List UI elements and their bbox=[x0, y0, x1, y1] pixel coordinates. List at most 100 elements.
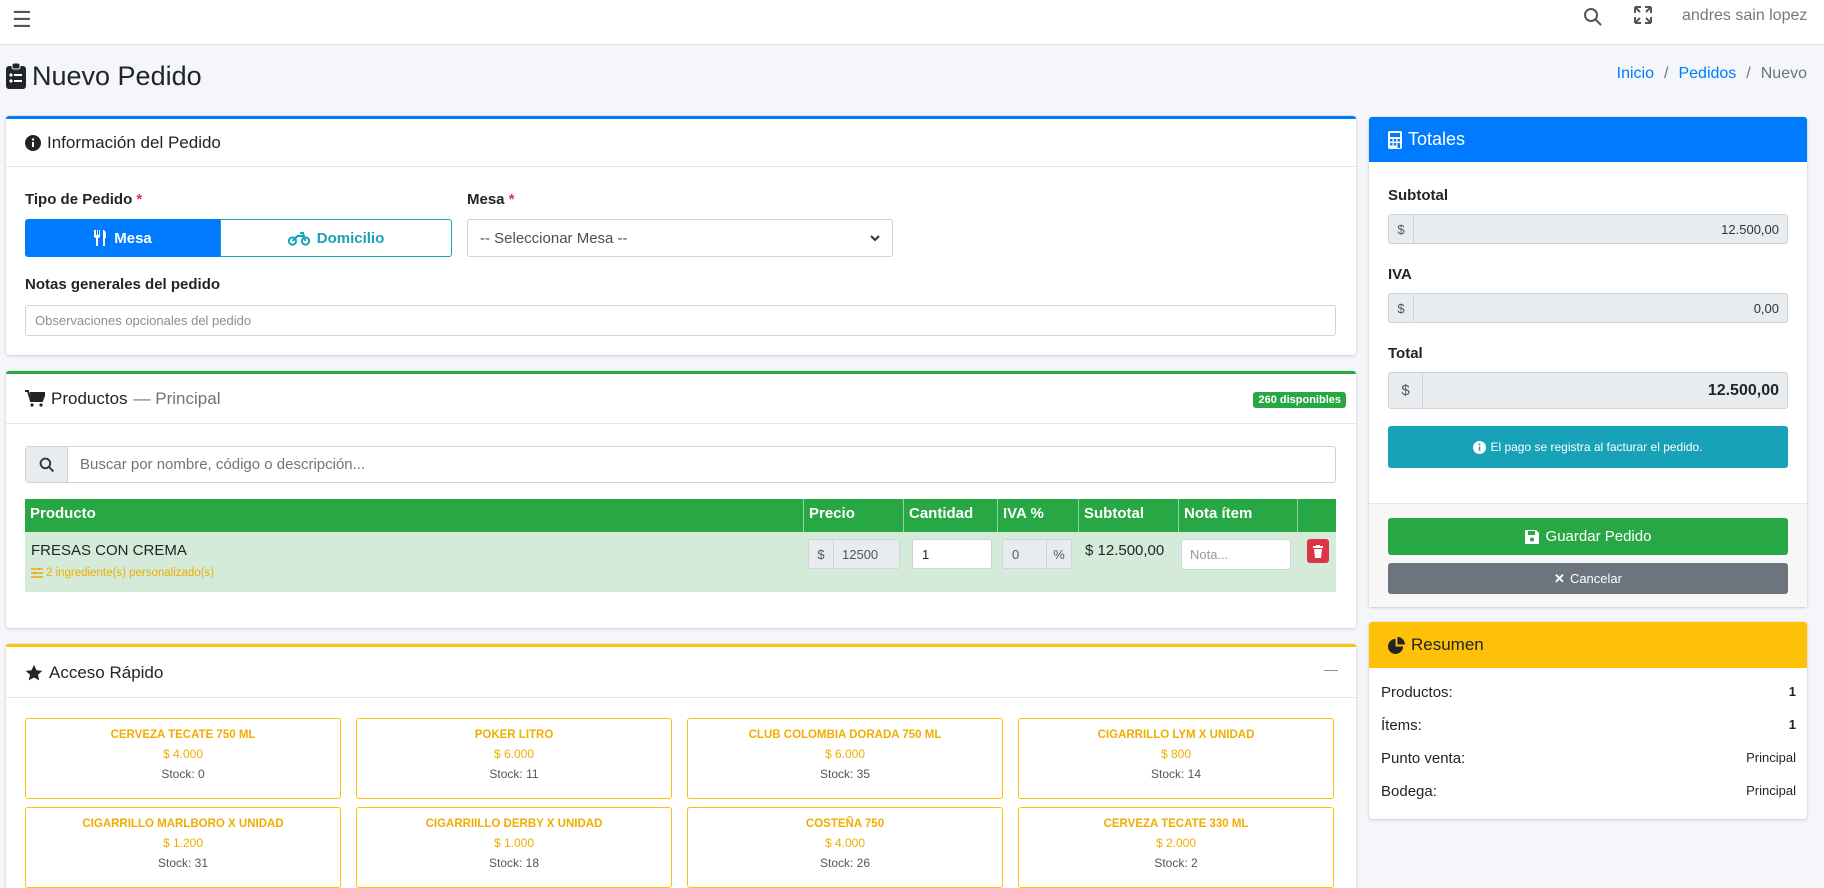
quick-item-name: POKER LITRO bbox=[474, 729, 554, 741]
quick-item-price: $ 4.000 bbox=[824, 836, 866, 850]
quick-item-price: $ 6.000 bbox=[824, 747, 866, 761]
row-price-group: $ 12500 bbox=[808, 539, 900, 569]
row-iva-input[interactable]: 0 bbox=[1003, 540, 1046, 568]
save-order-button[interactable]: Guardar Pedido bbox=[1388, 518, 1788, 555]
close-icon: ✕ bbox=[1554, 570, 1565, 586]
order-notes-input[interactable]: Observaciones opcionales del pedido bbox=[25, 305, 1336, 336]
quick-item[interactable]: COSTEÑA 750 $ 4.000 Stock: 26 bbox=[687, 807, 1003, 888]
row-subtotal: $ 12.500,00 bbox=[1085, 542, 1165, 559]
row-note-input[interactable]: Nota... bbox=[1181, 539, 1291, 570]
quick-access-title: Acceso Rápido bbox=[49, 663, 164, 682]
breadcrumb: Inicio / Pedidos / Nuevo bbox=[1617, 65, 1807, 83]
breadcrumb-separator: / bbox=[1664, 65, 1669, 82]
breadcrumb-pedidos[interactable]: Pedidos bbox=[1678, 65, 1736, 83]
products-header: Productos — Principal bbox=[6, 374, 1356, 424]
quick-item-stock: Stock: 26 bbox=[819, 856, 871, 870]
subtotal-value: 12.500,00 bbox=[1721, 221, 1779, 237]
subtotal-currency: $ bbox=[1389, 215, 1414, 243]
total-currency: $ bbox=[1389, 373, 1423, 408]
trash-icon bbox=[1313, 544, 1323, 558]
subtotal-label: Subtotal bbox=[1388, 187, 1448, 204]
quick-item[interactable]: CLUB COLOMBIA DORADA 750 ML $ 6.000 Stock:… bbox=[687, 718, 1003, 799]
notes-label: Notas generales del pedido bbox=[25, 276, 221, 293]
tipo-pedido-label: Tipo de Pedido * bbox=[25, 191, 142, 208]
summary-card: Resumen Productos: 1 Ítems: 1 Punto venta:… bbox=[1369, 622, 1807, 819]
breadcrumb-nuevo: Nuevo bbox=[1760, 65, 1807, 82]
quick-item-price: $ 4.000 bbox=[162, 747, 204, 761]
price-currency: $ bbox=[809, 540, 834, 568]
search-icon[interactable] bbox=[1583, 6, 1603, 28]
iva-label: IVA bbox=[1388, 266, 1412, 283]
total-field: $12.500,00 bbox=[1388, 372, 1788, 409]
quick-item[interactable]: POKER LITRO $ 6.000 Stock: 11 bbox=[356, 718, 672, 799]
fullscreen-icon[interactable] bbox=[1634, 6, 1652, 24]
summary-value: 1 bbox=[1788, 684, 1796, 699]
custom-ingredients-link[interactable]: 2 ingrediente(s) personalizado(s) bbox=[31, 567, 214, 579]
totals-title: Totales bbox=[1408, 129, 1466, 149]
breadcrumb-separator: / bbox=[1746, 65, 1751, 82]
quick-item-price: $ 6.000 bbox=[493, 747, 535, 761]
save-order-label: Guardar Pedido bbox=[1545, 528, 1652, 545]
row-price-input[interactable]: 12500 bbox=[834, 540, 899, 568]
cancel-button[interactable]: ✕ Cancelar bbox=[1388, 563, 1788, 594]
calculator-icon bbox=[1388, 130, 1402, 149]
info-circle-icon bbox=[25, 134, 41, 151]
quick-item[interactable]: CIGARRIILLO DERBY X UNIDAD $ 1.000 Stock: … bbox=[356, 807, 672, 888]
mesa-label-text: Mesa bbox=[467, 191, 505, 208]
summary-value: Principal bbox=[1746, 750, 1796, 765]
quick-item[interactable]: CERVEZA TECATE 330 ML $ 2.000 Stock: 2 bbox=[1018, 807, 1334, 888]
mesa-button[interactable]: Mesa bbox=[25, 219, 220, 257]
sliders-icon bbox=[31, 568, 43, 578]
summary-title: Resumen bbox=[1411, 635, 1484, 654]
subtotal-field: $12.500,00 bbox=[1388, 214, 1788, 244]
order-info-title: Información del Pedido bbox=[47, 132, 221, 152]
breadcrumb-inicio[interactable]: Inicio bbox=[1617, 65, 1654, 83]
search-icon bbox=[39, 457, 54, 472]
summary-label: Ítems: bbox=[1381, 717, 1422, 734]
iva-value: 0,00 bbox=[1753, 300, 1779, 316]
products-card: Productos — Principal 260 disponibles Bu… bbox=[6, 371, 1356, 628]
col-subtotal: Subtotal bbox=[1079, 499, 1179, 532]
quick-item-price: $ 800 bbox=[1160, 747, 1192, 761]
product-search-group: Buscar por nombre, código o descripción.… bbox=[25, 446, 1336, 483]
summary-label: Punto venta: bbox=[1381, 750, 1466, 767]
summary-header: Resumen bbox=[1369, 622, 1807, 668]
product-search-input[interactable]: Buscar por nombre, código o descripción.… bbox=[68, 447, 1335, 482]
quick-item[interactable]: CIGARRILLO LYM X UNIDAD $ 800 Stock: 14 bbox=[1018, 718, 1334, 799]
row-product-name: FRESAS CON CREMA bbox=[31, 542, 187, 559]
summary-value: 1 bbox=[1788, 717, 1796, 732]
totals-header: Totales bbox=[1369, 117, 1807, 162]
domicilio-button-label: Domicilio bbox=[316, 229, 385, 247]
chart-pie-icon bbox=[1388, 636, 1405, 654]
delete-row-button[interactable] bbox=[1307, 539, 1329, 563]
quick-item-stock: Stock: 14 bbox=[1150, 767, 1202, 781]
summary-row: Punto venta: Principal bbox=[1381, 750, 1796, 767]
quick-access-card: Acceso Rápido — CERVEZA TECATE 750 ML $ 4… bbox=[6, 644, 1356, 888]
col-nota: Nota ítem bbox=[1179, 499, 1298, 532]
col-precio: Precio bbox=[804, 499, 904, 532]
info-circle-icon bbox=[1473, 440, 1487, 454]
total-label: Total bbox=[1388, 345, 1423, 362]
quick-item-name: CERVEZA TECATE 750 ML bbox=[110, 729, 256, 741]
order-info-header: Información del Pedido bbox=[6, 119, 1356, 167]
totals-card: Totales Subtotal $12.500,00 IVA $0,00 To… bbox=[1369, 117, 1807, 607]
top-navbar: ☰ andres sain lopez bbox=[0, 0, 1824, 45]
mesa-select[interactable]: -- Seleccionar Mesa -- bbox=[467, 219, 893, 257]
quick-item-stock: Stock: 11 bbox=[489, 767, 539, 781]
iva-currency: $ bbox=[1389, 294, 1414, 322]
payment-info-alert: El pago se registra al facturar el pedid… bbox=[1388, 426, 1788, 468]
quick-item[interactable]: CERVEZA TECATE 750 ML $ 4.000 Stock: 0 bbox=[25, 718, 341, 799]
col-actions bbox=[1298, 499, 1336, 532]
collapse-button[interactable]: — bbox=[1324, 661, 1338, 677]
domicilio-button[interactable]: Domicilio bbox=[220, 219, 452, 257]
summary-label: Bodega: bbox=[1381, 783, 1437, 800]
page-title: Nuevo Pedido bbox=[32, 60, 202, 91]
user-name[interactable]: andres sain lopez bbox=[1682, 7, 1807, 25]
row-quantity-input[interactable]: 1 bbox=[912, 539, 992, 569]
quick-item[interactable]: CIGARRILLO MARLBORO X UNIDAD $ 1.200 Stock… bbox=[25, 807, 341, 888]
products-subtitle: — Principal bbox=[133, 388, 221, 408]
order-items-table: Producto Precio Cantidad IVA % Subtotal … bbox=[25, 499, 1336, 592]
mesa-button-label: Mesa bbox=[114, 229, 152, 247]
hamburger-icon[interactable]: ☰ bbox=[12, 7, 32, 33]
summary-label: Productos: bbox=[1381, 684, 1453, 701]
